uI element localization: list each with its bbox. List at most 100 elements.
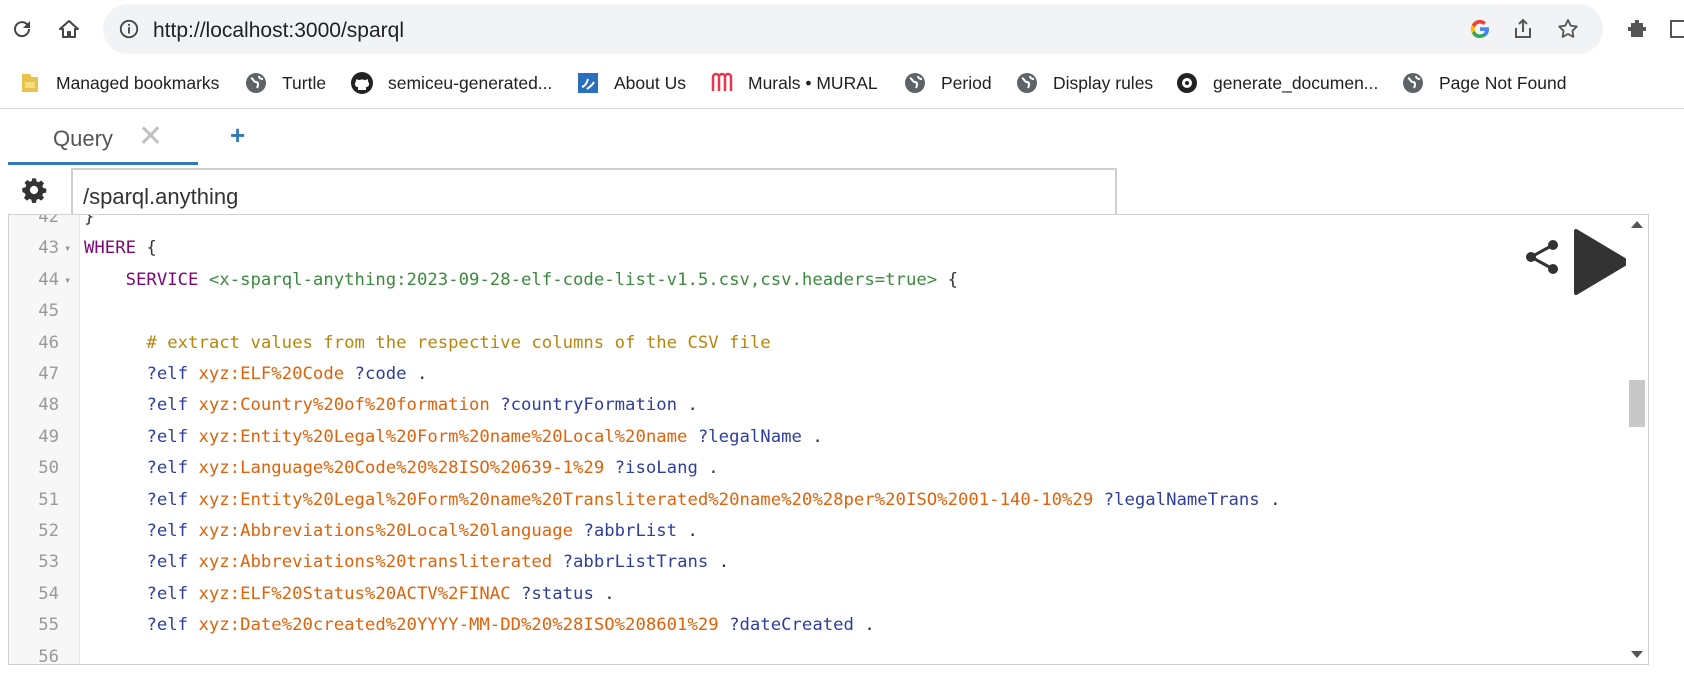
bookmark-murals[interactable]: Murals • MURAL [710, 70, 878, 96]
home-icon[interactable] [57, 17, 81, 41]
code-token: ?elf [146, 395, 189, 416]
code-token: ?elf [146, 552, 189, 573]
side-panel-icon[interactable] [1668, 17, 1684, 41]
run-query-button[interactable] [1570, 225, 1632, 299]
code-token: ?dateCreated [729, 615, 854, 636]
code-token: ?abbrList [583, 521, 678, 541]
code-line[interactable]: 49 ?elf xyz:Entity%20Legal%20Form%20name… [9, 422, 1609, 453]
code-token: ?status [521, 583, 594, 604]
code-line[interactable]: 50 ?elf xyz:Language%20Code%20%28ISO%206… [9, 453, 1609, 484]
line-number: 46 [38, 332, 59, 353]
url-text[interactable]: http://localhost:3000/sparql [153, 19, 404, 43]
code-token: . [406, 364, 428, 384]
code-line[interactable]: 55 ?elf xyz:Date%20created%20YYYY-MM-DD%… [9, 610, 1609, 641]
line-number: 53 [38, 552, 59, 573]
mural-icon [711, 72, 733, 91]
bookmark-page-not-found[interactable]: Page Not Found [1401, 70, 1566, 96]
circle-logo-icon [1177, 73, 1197, 93]
close-tab-icon[interactable]: ✕ [138, 122, 163, 152]
code-line[interactable]: 47 ?elf xyz:ELF%20Code ?code . [9, 359, 1609, 390]
add-tab-button[interactable]: + [230, 120, 245, 151]
code-line[interactable]: 42} [9, 215, 1609, 233]
code-line[interactable]: 56 [9, 642, 1609, 665]
tab-query[interactable]: Query ✕ [8, 120, 198, 165]
line-number: 54 [38, 583, 59, 604]
line-number: 56 [38, 646, 59, 665]
code-text: ?elf xyz:Date%20created%20YYYY-MM-DD%20%… [84, 610, 874, 641]
line-number: 51 [38, 489, 59, 510]
line-number: 43 [38, 238, 59, 259]
github-icon [351, 72, 373, 94]
bookmark-label: Display rules [1053, 72, 1154, 93]
code-token: . [801, 426, 823, 447]
code-token: ?code [354, 364, 407, 384]
reload-icon[interactable] [10, 17, 34, 41]
extensions-icon[interactable] [1625, 17, 1649, 41]
share-page-icon[interactable] [1511, 17, 1535, 41]
bookmark-display-rules[interactable]: Display rules [1015, 70, 1153, 96]
bookmark-logo-icon [578, 73, 598, 93]
code-line[interactable]: 54 ?elf xyz:ELF%20Status%20ACTV%2FINAC ?… [9, 579, 1609, 610]
info-icon[interactable] [118, 18, 140, 40]
bookmark-generate-documen[interactable]: generate_documen... [1175, 70, 1378, 96]
google-icon[interactable] [1468, 17, 1492, 41]
fold-toggle-icon[interactable]: ▾ [64, 265, 71, 296]
code-token: ?elf [146, 426, 189, 447]
code-line[interactable]: 53 ?elf xyz:Abbreviations%20transliterat… [9, 547, 1609, 578]
code-line[interactable]: 46 # extract values from the respective … [9, 328, 1609, 359]
code-token: . [1259, 489, 1281, 510]
code-text: ?elf xyz:Entity%20Legal%20Form%20name%20… [84, 485, 1281, 516]
code-token: . [593, 583, 615, 604]
scroll-thumb[interactable] [1629, 380, 1645, 427]
code-line[interactable]: 43 ▾ WHERE { [9, 233, 1609, 264]
query-editor[interactable]: 42} 43 ▾ WHERE {44 ▾ SERVICE <x-sparql-anyth… [8, 214, 1649, 665]
code-token: . [708, 552, 730, 573]
code-token: xyz:Language%20Code%20%28ISO%20639-1%29 [198, 458, 605, 479]
globe-icon [1403, 73, 1423, 93]
gear-icon[interactable] [20, 176, 48, 204]
bookmark-about-us[interactable]: About Us [576, 70, 686, 96]
bookmark-semiceu[interactable]: semiceu-generated... [350, 70, 552, 96]
code-line[interactable]: 52 ?elf xyz:Abbreviations%20Local%20lang… [9, 516, 1609, 547]
code-text: ?elf xyz:Entity%20Legal%20Form%20name%20… [84, 422, 823, 453]
bookmark-period[interactable]: Period [903, 70, 992, 96]
editor-scrollbar[interactable] [1626, 215, 1648, 664]
globe-icon [1017, 73, 1037, 93]
code-token: ?legalName [697, 426, 802, 447]
line-number: 49 [38, 426, 59, 447]
share-icon[interactable] [1522, 237, 1562, 277]
bookmark-managed-bookmarks[interactable]: Managed bookmarks [18, 70, 219, 96]
browser-toolbar: http://localhost:3000/sparql [0, 0, 1684, 58]
globe-icon [246, 73, 266, 93]
scroll-down-arrow[interactable] [1631, 651, 1643, 658]
endpoint-input[interactable]: /sparql.anything [71, 168, 1117, 214]
address-bar[interactable]: http://localhost:3000/sparql [103, 4, 1603, 54]
code-line[interactable]: 44 ▾ SERVICE <x-sparql-anything:2023-09-2… [9, 265, 1609, 296]
code-text: # extract values from the respective col… [84, 328, 770, 359]
bookmark-label: About Us [614, 72, 686, 93]
bookmark-label: Managed bookmarks [56, 72, 220, 93]
code-token: <x-sparql-anything:2023-09-28-elf-code-l… [208, 269, 938, 290]
code-line[interactable]: 48 ?elf xyz:Country%20of%20formation ?co… [9, 390, 1609, 421]
scroll-up-arrow[interactable] [1631, 221, 1643, 228]
star-icon[interactable] [1556, 17, 1580, 41]
code-line[interactable]: 51 ?elf xyz:Entity%20Legal%20Form%20name… [9, 485, 1609, 516]
bookmark-turtle[interactable]: Turtle [244, 70, 326, 96]
code-line[interactable]: 45 [9, 296, 1609, 327]
code-token: SERVICE [125, 269, 199, 290]
fold-toggle-icon[interactable]: ▾ [64, 233, 71, 264]
code-token: ?elf [146, 583, 189, 604]
